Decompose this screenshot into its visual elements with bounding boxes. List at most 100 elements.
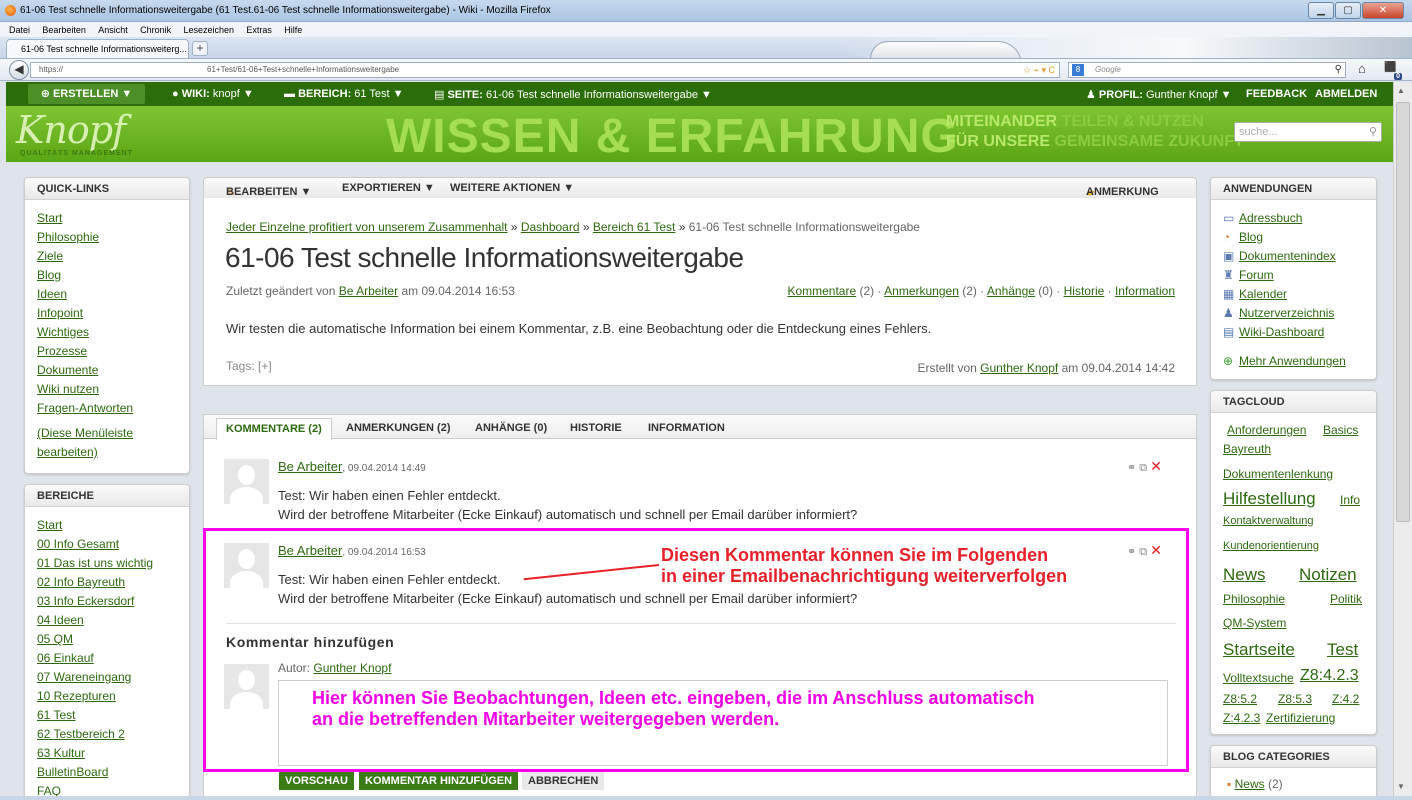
quicklink-start[interactable]: Start — [37, 209, 189, 228]
comment-author-link[interactable]: Be Arbeiter — [278, 543, 342, 558]
edit-menu-link[interactable]: (Diese Menüleiste — [37, 424, 189, 443]
area-link[interactable]: 04 Ideen — [37, 611, 189, 630]
feedback-link[interactable]: FEEDBACK — [1246, 88, 1307, 100]
browser-tab[interactable]: 61-06 Test schnelle Informationsweiterg.… — [6, 39, 189, 58]
scroll-up-icon[interactable]: ▲ — [1397, 86, 1405, 95]
quicklink-wichtiges[interactable]: Wichtiges — [37, 323, 189, 342]
area-link[interactable]: 06 Einkauf — [37, 649, 189, 668]
tab-annotations[interactable]: ANMERKUNGEN (2) — [346, 422, 451, 434]
app-link-blog[interactable]: ◔ Blog — [1223, 228, 1376, 247]
tag-link[interactable]: Philosophie — [1223, 592, 1285, 606]
browser-search-input[interactable]: 8 Google ⚲ — [1068, 62, 1346, 78]
search-icon[interactable]: ⚲ — [1335, 63, 1342, 77]
page-scrollbar[interactable]: ▲ ▼ — [1393, 82, 1412, 800]
app-link-calendar[interactable]: ▦ Kalender — [1223, 285, 1376, 304]
tag-link[interactable]: Dokumentenlenkung — [1223, 467, 1333, 481]
permalink-icon[interactable]: ⚭ — [1127, 462, 1136, 474]
area-link[interactable]: 03 Info Eckersdorf — [37, 592, 189, 611]
area-link[interactable]: 63 Kultur — [37, 744, 189, 763]
tag-link[interactable]: Info — [1340, 493, 1360, 507]
tag-link[interactable]: Anforderungen — [1227, 423, 1306, 437]
export-menu[interactable]: EXPORTIEREN ▼ — [342, 182, 435, 194]
bookmark-star-icon[interactable]: ☆ ⌁ ▾ C — [1023, 63, 1055, 77]
tag-link[interactable]: Bayreuth — [1223, 442, 1271, 456]
author-link[interactable]: Gunther Knopf — [313, 661, 391, 675]
annotations-link[interactable]: Anmerkungen — [884, 284, 959, 298]
menu-extras[interactable]: Extras — [246, 25, 272, 35]
menu-ansicht[interactable]: Ansicht — [98, 25, 128, 35]
url-bar[interactable]: https:// 61+Test/61-06+Test+schnelle+Inf… — [30, 62, 1060, 78]
profile-selector[interactable]: ♟ PROFIL: Gunther Knopf ▼ — [1086, 88, 1231, 101]
app-link-document-index[interactable]: ▣ Dokumentenindex — [1223, 247, 1376, 266]
area-link[interactable]: Start — [37, 516, 189, 535]
tag-link[interactable]: QM-System — [1223, 616, 1286, 630]
quicklink-wiki-nutzen[interactable]: Wiki nutzen — [37, 380, 189, 399]
more-applications-link[interactable]: ⊕ Mehr Anwendungen — [1223, 352, 1376, 371]
attachments-link[interactable]: Anhänge — [987, 284, 1035, 298]
breadcrumb-link[interactable]: Jeder Einzelne profitiert von unserem Zu… — [226, 220, 507, 234]
breadcrumb-link[interactable]: Dashboard — [521, 220, 580, 234]
area-link[interactable]: 62 Testbereich 2 — [37, 725, 189, 744]
area-link[interactable]: 61 Test — [37, 706, 189, 725]
company-logo[interactable]: Knopf — [16, 108, 126, 152]
tag-link[interactable]: Kundenorientierung — [1223, 540, 1319, 552]
created-by-link[interactable]: Gunther Knopf — [980, 361, 1058, 375]
app-link-user-directory[interactable]: ♟ Nutzerverzeichnis — [1223, 304, 1376, 323]
page-selector[interactable]: ▤ SEITE: 61-06 Test schnelle Information… — [434, 88, 712, 101]
delete-icon[interactable]: ✕ — [1150, 542, 1162, 558]
wiki-search-input[interactable]: suche... ⚲ — [1234, 122, 1382, 142]
edit-menu-link[interactable]: bearbeiten) — [37, 443, 189, 462]
tab-comments[interactable]: KOMMENTARE (2) — [216, 418, 332, 440]
tag-link[interactable]: Z:4.2 — [1332, 692, 1359, 706]
menu-chronik[interactable]: Chronik — [140, 25, 171, 35]
area-link[interactable]: 05 QM — [37, 630, 189, 649]
cancel-button[interactable]: ABBRECHEN — [522, 772, 605, 790]
back-arrow-icon[interactable]: ◀ — [9, 60, 29, 80]
home-icon[interactable]: ⌂ — [1358, 61, 1366, 76]
app-link-address-book[interactable]: ▭ Adressbuch — [1223, 209, 1376, 228]
close-window-button[interactable]: ✕ — [1362, 2, 1404, 19]
reply-icon[interactable]: ⧉ — [1139, 462, 1147, 474]
logout-link[interactable]: ABMELDEN — [1315, 88, 1377, 100]
area-link[interactable]: 01 Das ist uns wichtig — [37, 554, 189, 573]
permalink-icon[interactable]: ⚭ — [1127, 546, 1136, 558]
quicklink-ideen[interactable]: Ideen — [37, 285, 189, 304]
minimize-button[interactable]: ▁ — [1308, 2, 1334, 19]
comment-author-link[interactable]: Be Arbeiter — [278, 459, 342, 474]
delete-icon[interactable]: ✕ — [1150, 458, 1162, 474]
tab-history[interactable]: HISTORIE — [570, 422, 622, 434]
information-link[interactable]: Information — [1115, 284, 1175, 298]
wiki-selector[interactable]: ● WIKI: knopf ▼ — [172, 88, 254, 100]
tag-link[interactable]: Z:4.2.3 — [1223, 711, 1260, 725]
blog-category-link[interactable]: News — [1235, 777, 1265, 791]
tag-link[interactable]: Test — [1327, 640, 1358, 660]
tag-link[interactable]: Basics — [1323, 423, 1358, 437]
area-link[interactable]: 02 Info Bayreuth — [37, 573, 189, 592]
quicklink-fragen-antworten[interactable]: Fragen-Antworten — [37, 399, 189, 418]
tag-link[interactable]: Startseite — [1223, 640, 1295, 660]
tab-information[interactable]: INFORMATION — [648, 422, 725, 434]
menu-datei[interactable]: Datei — [9, 25, 30, 35]
reply-icon[interactable]: ⧉ — [1139, 546, 1147, 558]
quicklink-philosophie[interactable]: Philosophie — [37, 228, 189, 247]
tag-link[interactable]: Volltextsuche — [1223, 671, 1294, 685]
area-link[interactable]: 07 Wareneingang — [37, 668, 189, 687]
app-link-forum[interactable]: ♜ Forum — [1223, 266, 1376, 285]
tab-attachments[interactable]: ANHÄNGE (0) — [475, 422, 547, 434]
quicklink-dokumente[interactable]: Dokumente — [37, 361, 189, 380]
addon-icon[interactable]: ⬛ 0 — [1384, 62, 1402, 80]
tag-link[interactable]: Z8:5.2 — [1223, 692, 1257, 706]
changed-by-link[interactable]: Be Arbeiter — [339, 284, 398, 298]
area-link[interactable]: BulletinBoard — [37, 763, 189, 782]
maximize-button[interactable]: ▢ — [1335, 2, 1361, 19]
quicklink-blog[interactable]: Blog — [37, 266, 189, 285]
tag-link[interactable]: Z8:4.2.3 — [1300, 667, 1359, 685]
menu-hilfe[interactable]: Hilfe — [284, 25, 302, 35]
more-actions-menu[interactable]: WEITERE AKTIONEN ▼ — [450, 182, 574, 194]
tags-add[interactable]: Tags: [+] — [226, 359, 272, 373]
search-icon[interactable]: ⚲ — [1369, 123, 1377, 141]
menu-lesezeichen[interactable]: Lesezeichen — [183, 25, 234, 35]
history-link[interactable]: Historie — [1064, 284, 1105, 298]
app-link-wiki-dashboard[interactable]: ▤ Wiki-Dashboard — [1223, 323, 1376, 342]
tag-link[interactable]: Politik — [1330, 592, 1362, 606]
